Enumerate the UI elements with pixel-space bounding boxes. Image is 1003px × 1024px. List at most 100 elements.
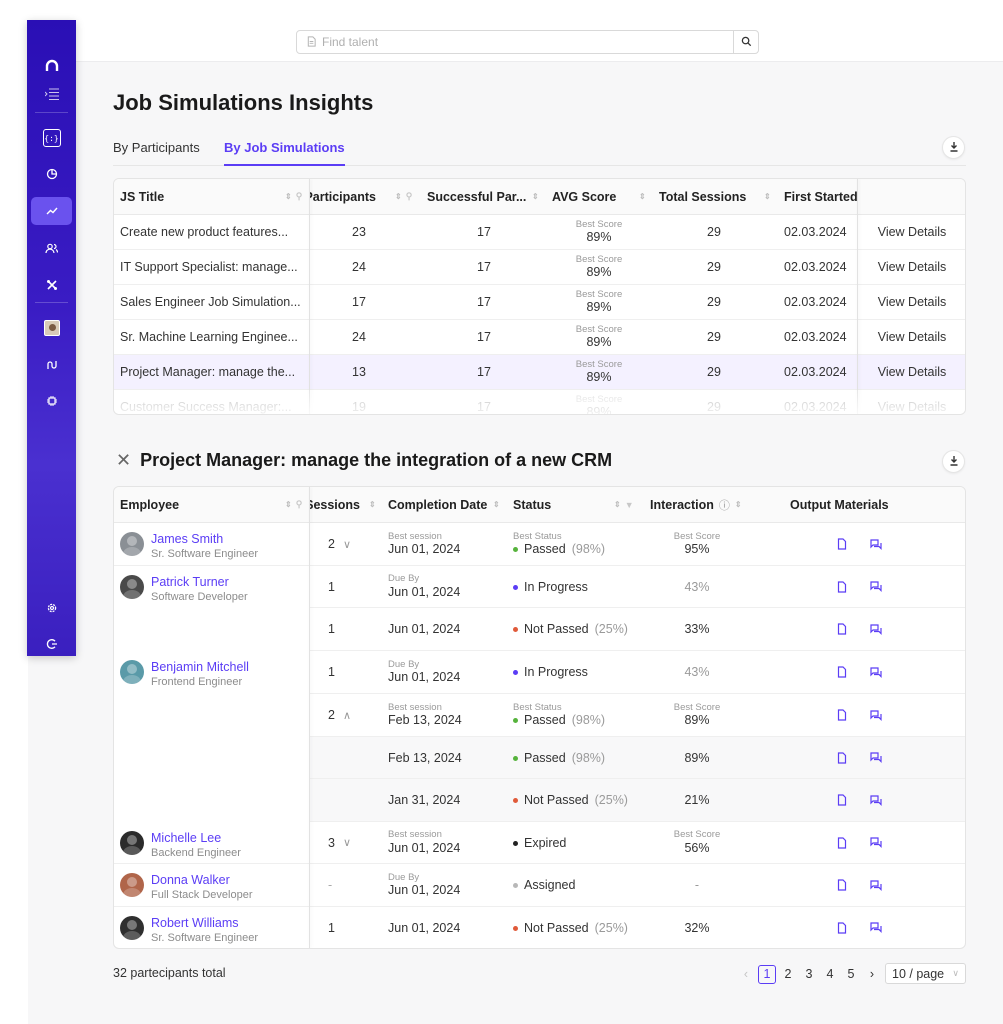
download-icon [949, 140, 959, 155]
chat-icon[interactable] [870, 623, 882, 635]
logout-icon[interactable] [27, 630, 76, 658]
js-title[interactable]: Create new product features... [120, 225, 288, 239]
table-row: 2 ∧ Best session Feb 13, 2024 Best Status Pas… [114, 693, 965, 737]
document-icon[interactable] [837, 666, 847, 678]
search-input[interactable] [317, 31, 733, 53]
sort-icon[interactable]: ⇕ [614, 500, 621, 509]
chat-icon[interactable] [870, 581, 882, 592]
sort-icon[interactable]: ⇕ [735, 500, 742, 509]
page-4[interactable]: 4 [821, 965, 839, 984]
document-icon[interactable] [837, 836, 847, 849]
chat-icon[interactable] [870, 794, 882, 806]
page-2[interactable]: 2 [779, 965, 797, 984]
sort-icon[interactable]: ⇕ [285, 192, 292, 201]
search-icon[interactable]: ⚲ [296, 191, 303, 202]
page-size-select[interactable]: 10 / page ∨ [885, 963, 966, 984]
document-icon[interactable] [837, 623, 847, 635]
prev-page-button[interactable]: ‹ [737, 965, 755, 984]
js-title[interactable]: Sr. Machine Learning Enginee... [120, 330, 298, 344]
expand-chevron-icon[interactable]: ∨ [343, 538, 351, 551]
chat-icon[interactable] [870, 538, 882, 550]
chat-icon[interactable] [870, 666, 882, 678]
employee-name[interactable]: Benjamin Mitchell [151, 660, 249, 674]
users-icon[interactable] [27, 234, 76, 262]
status-text: Not Passed [524, 793, 589, 807]
employee-name[interactable]: James Smith [151, 532, 258, 546]
expand-chevron-icon[interactable]: ∧ [343, 709, 351, 722]
sort-icon[interactable]: ⇕ [493, 500, 500, 509]
table-row[interactable]: Sr. Machine Learning Enginee... 24 17 Be… [114, 320, 965, 355]
view-details-link[interactable]: View Details [878, 400, 947, 414]
table-row[interactable]: Customer Success Manager:... 19 17 Best … [114, 390, 965, 414]
chat-icon[interactable] [870, 837, 882, 848]
js-title[interactable]: Sales Engineer Job Simulation... [120, 295, 301, 309]
js-title[interactable]: IT Support Specialist: manage... [120, 260, 298, 274]
page-3[interactable]: 3 [800, 965, 818, 984]
sort-icon[interactable]: ⇕ [285, 500, 292, 509]
view-details-link[interactable]: View Details [878, 225, 947, 239]
chat-icon[interactable] [870, 752, 882, 763]
info-icon[interactable]: ⓘ [719, 497, 730, 513]
sort-icon[interactable]: ⇕ [764, 192, 771, 201]
employee-name[interactable]: Donna Walker [151, 873, 253, 887]
table-row[interactable]: Project Manager: manage the... 13 17 Bes… [114, 355, 965, 390]
expand-chevron-icon[interactable]: ∨ [343, 836, 351, 849]
chat-icon[interactable] [870, 879, 882, 891]
document-icon[interactable] [837, 921, 847, 934]
sort-icon[interactable]: ⇕ [395, 192, 402, 201]
chat-icon[interactable] [870, 709, 882, 721]
document-icon[interactable] [837, 709, 847, 721]
tab-by-job-simulations[interactable]: By Job Simulations [224, 139, 345, 166]
trend-chart-icon[interactable] [31, 197, 72, 225]
employee-name[interactable]: Patrick Turner [151, 575, 248, 589]
code-braces-icon[interactable]: {:} [27, 124, 76, 152]
table-row[interactable]: IT Support Specialist: manage... 24 17 B… [114, 250, 965, 285]
document-icon[interactable] [837, 751, 847, 764]
search-icon[interactable]: ⚲ [406, 191, 413, 202]
view-details-link[interactable]: View Details [878, 365, 947, 379]
employee-name[interactable]: Robert Williams [151, 916, 258, 930]
sort-icon[interactable]: ⇕ [639, 192, 646, 201]
route-icon[interactable] [27, 351, 76, 379]
chip-icon[interactable] [27, 387, 76, 415]
sort-icon[interactable]: ⇕ [532, 192, 539, 201]
menu-collapse-icon[interactable] [27, 80, 76, 108]
view-details-link[interactable]: View Details [878, 330, 947, 344]
status-caption: Best Status [513, 530, 562, 542]
score-caption: Best Score [673, 530, 721, 542]
logo-icon[interactable] [27, 52, 76, 80]
view-details-link[interactable]: View Details [878, 295, 947, 309]
tools-icon[interactable] [27, 271, 76, 299]
document-icon[interactable] [837, 538, 847, 550]
employee-name[interactable]: Michelle Lee [151, 831, 241, 845]
page-1[interactable]: 1 [758, 964, 776, 984]
document-icon[interactable] [837, 794, 847, 806]
close-icon[interactable]: ✕ [116, 450, 131, 471]
table-row[interactable]: Sales Engineer Job Simulation... 17 17 B… [114, 285, 965, 320]
sort-icon[interactable]: ⇕ [369, 500, 376, 509]
js-title[interactable]: Project Manager: manage the... [120, 365, 295, 379]
view-details-link[interactable]: View Details [878, 260, 947, 274]
chat-icon[interactable] [870, 922, 882, 933]
date-caption: Best session [388, 701, 442, 713]
search-icon[interactable]: ⚲ [296, 499, 303, 510]
sessions-count: 1 [328, 665, 335, 679]
next-page-button[interactable]: › [863, 965, 881, 984]
download-details-button[interactable] [942, 450, 965, 473]
document-icon[interactable] [837, 580, 847, 593]
table-row[interactable]: Create new product features... 23 17 Bes… [114, 215, 965, 250]
tab-bar: By Participants By Job Simulations [113, 139, 966, 166]
download-button[interactable] [942, 136, 965, 159]
profile-avatar[interactable] [27, 314, 76, 342]
column-header-employee: Employee [120, 497, 180, 512]
filter-icon[interactable]: ▼ [625, 500, 634, 510]
column-header-avg-score: AVG Score [552, 189, 617, 204]
settings-icon[interactable] [27, 594, 76, 622]
js-title[interactable]: Customer Success Manager:... [120, 400, 292, 414]
status-dot [513, 755, 518, 761]
pie-chart-icon[interactable] [27, 160, 76, 188]
document-icon[interactable] [837, 879, 847, 891]
tab-by-participants[interactable]: By Participants [113, 139, 200, 166]
page-5[interactable]: 5 [842, 965, 860, 984]
search-button[interactable] [733, 31, 758, 53]
